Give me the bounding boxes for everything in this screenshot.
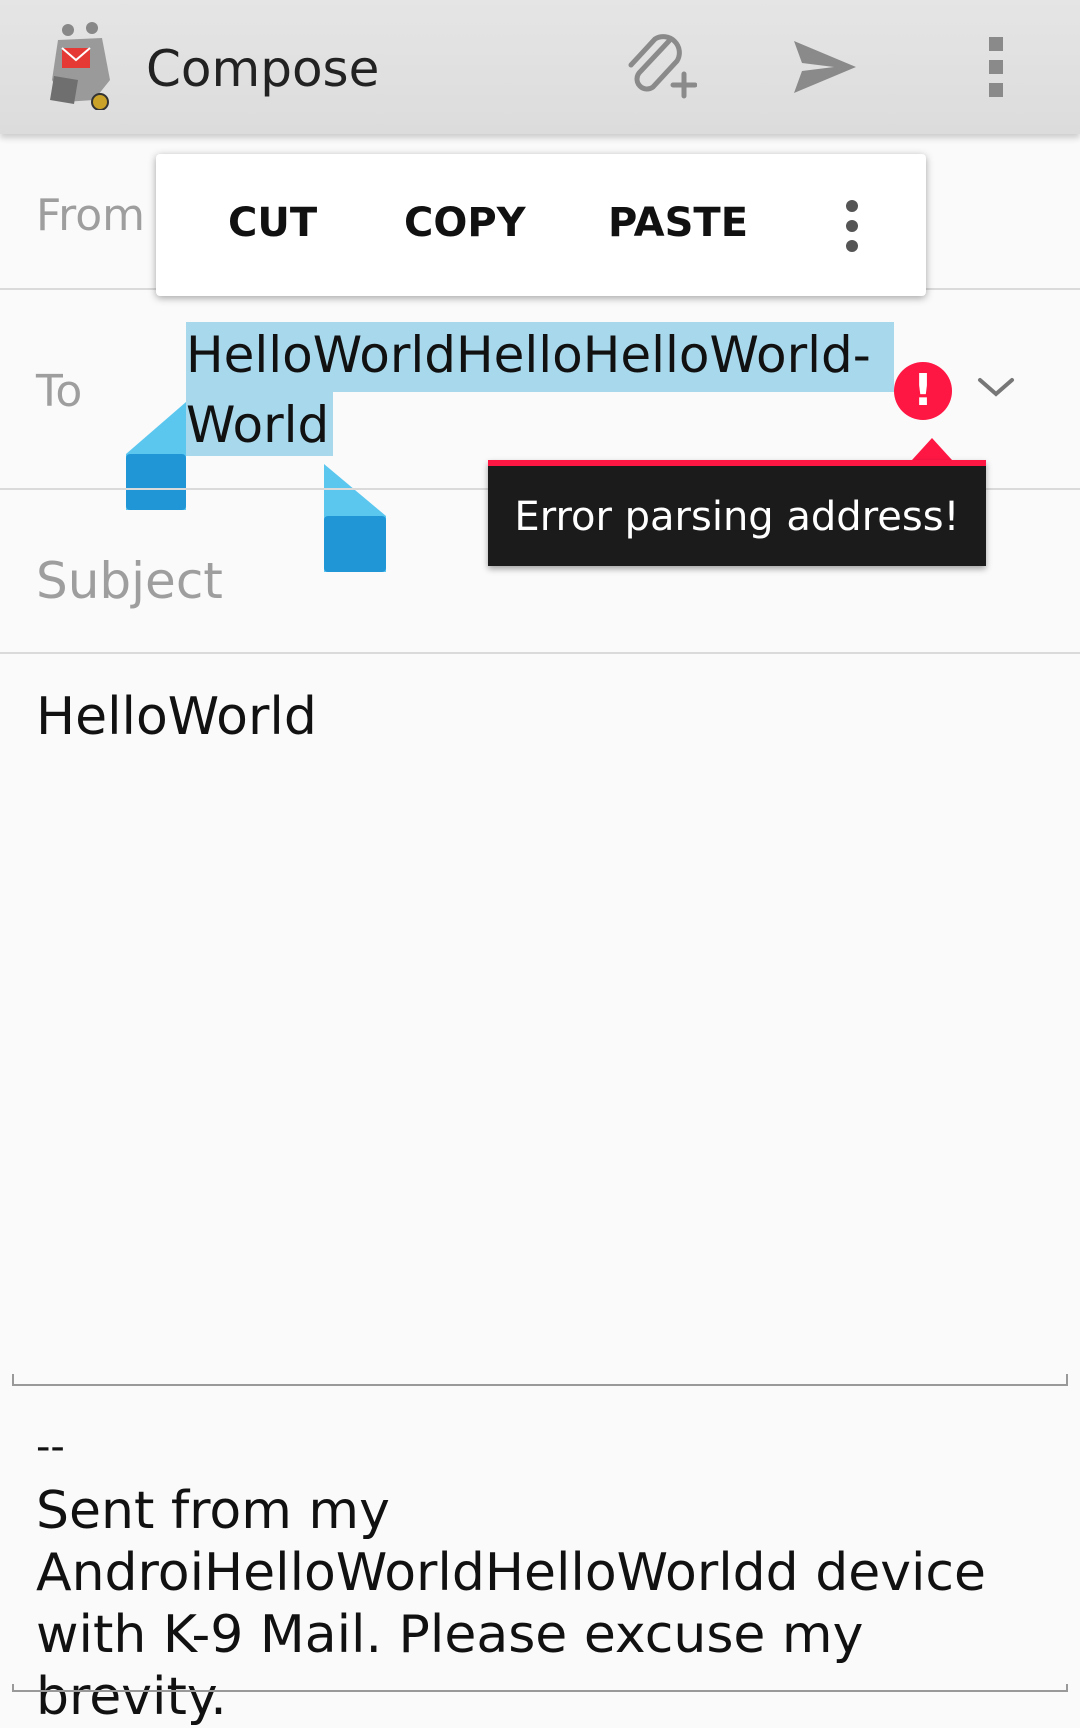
selection-end-handle[interactable]: [324, 464, 388, 572]
tooltip-arrow: [912, 438, 952, 460]
error-icon[interactable]: !: [894, 362, 952, 420]
copy-button[interactable]: COPY: [404, 194, 526, 252]
to-field-selected-line1[interactable]: HelloWorldHelloHelloWorld-: [186, 322, 894, 392]
error-tooltip: Error parsing address!: [488, 460, 986, 566]
error-message: Error parsing address!: [514, 494, 960, 540]
signature-field-border: [12, 1684, 1068, 1692]
message-body-field[interactable]: HelloWorld: [36, 684, 317, 750]
subject-field[interactable]: Subject: [36, 550, 223, 612]
more-vert-icon[interactable]: [832, 198, 872, 254]
attach-icon[interactable]: [612, 22, 702, 112]
signature-divider: [12, 1374, 1068, 1386]
to-field-selected-line2[interactable]: World: [186, 392, 334, 456]
overflow-menu-icon[interactable]: [952, 22, 1042, 112]
selection-start-handle[interactable]: [122, 402, 186, 510]
text-selection-toolbar: CUT COPY PASTE: [156, 154, 926, 296]
paste-button[interactable]: PASTE: [608, 194, 748, 252]
page-title: Compose: [146, 40, 380, 98]
signature-dashes: --: [36, 1424, 65, 1470]
app-bar: Compose: [0, 0, 1080, 134]
k9-dog-icon[interactable]: [44, 20, 120, 111]
cut-button[interactable]: CUT: [228, 194, 317, 252]
from-label: From: [36, 190, 146, 241]
to-label: To: [36, 366, 83, 417]
send-icon[interactable]: [780, 22, 870, 112]
chevron-down-icon[interactable]: [976, 372, 1016, 402]
divider: [0, 652, 1080, 654]
